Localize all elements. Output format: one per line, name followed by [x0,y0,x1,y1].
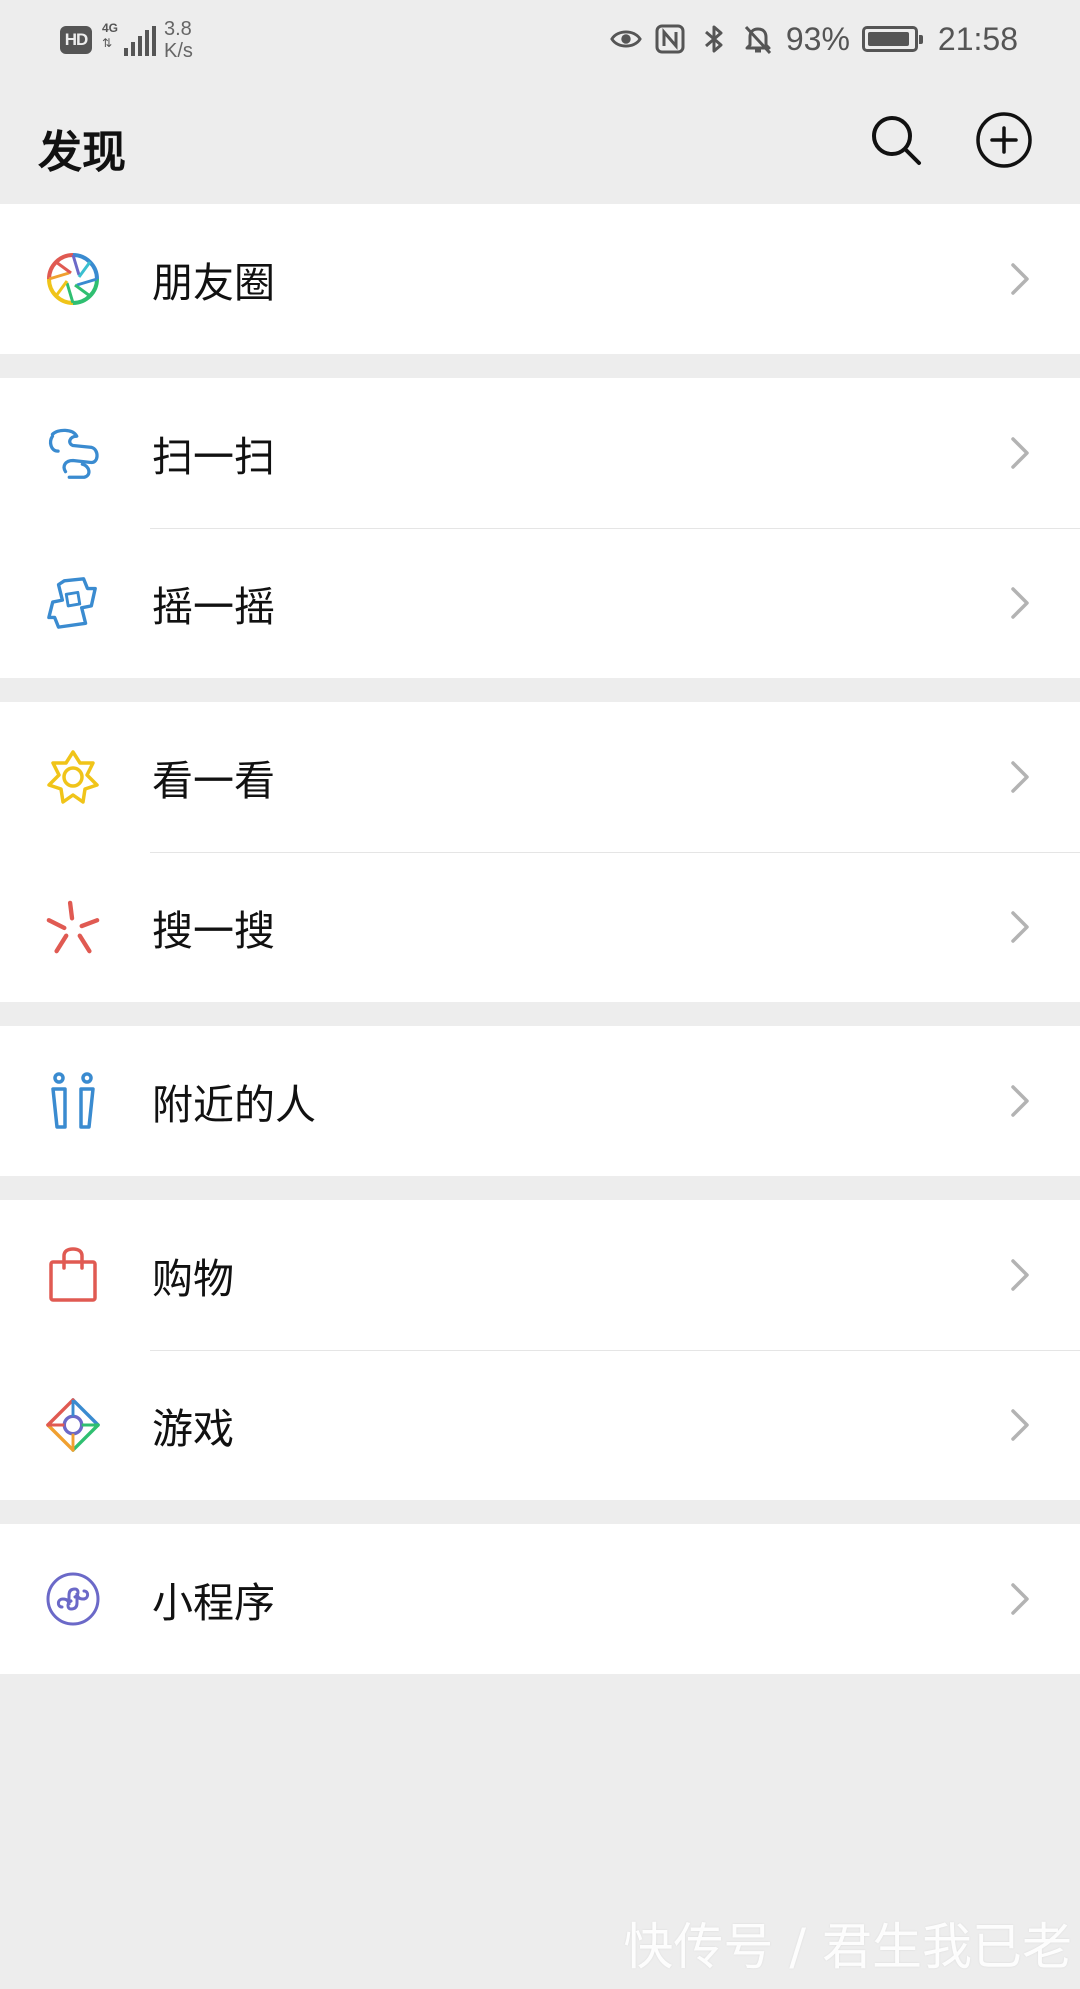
item-label: 附近的人 [152,1081,316,1129]
status-bar: HD 4G ⇅ 3.8 K/s 93% 21:58 [0,0,1080,78]
hd-badge: HD [60,26,92,54]
add-circle-icon [976,112,1032,168]
scan-icon [45,425,101,481]
group-moments: 朋友圈 [0,204,1080,354]
top-stories-icon [45,749,101,805]
scan-item[interactable]: 扫一扫 [0,378,1080,528]
moments-item[interactable]: 朋友圈 [0,204,1080,354]
battery-percent: 93% [785,20,850,57]
item-label: 朋友圈 [152,259,275,307]
games-icon [45,1397,101,1453]
chevron-right-icon [1011,1409,1029,1441]
chevron-right-icon [1011,1583,1029,1615]
item-label: 看一看 [152,757,275,805]
item-label: 扫一扫 [152,433,275,481]
page-title: 发现 [38,127,126,178]
item-label: 小程序 [152,1579,275,1627]
network-speed: 3.8 K/s [164,18,224,62]
mini-program-item[interactable]: 小程序 [0,1524,1080,1674]
chevron-right-icon [1011,911,1029,943]
search-spark-icon [45,899,101,955]
chevron-right-icon [1011,1085,1029,1117]
group-nearby: 附近的人 [0,1026,1080,1176]
discover-list: 朋友圈 扫一扫 摇一摇 看一看 搜一搜 附近的人 购物 游戏 小程序 [0,204,1080,1698]
battery-icon [861,26,923,52]
signal-icon: 4G ⇅ [102,21,156,58]
group-shop-games: 购物 游戏 [0,1200,1080,1500]
add-button[interactable] [972,108,1036,172]
header: 发现 [0,78,1080,204]
moments-icon [45,251,101,307]
speed-unit: K/s [164,40,193,62]
shake-item[interactable]: 摇一摇 [0,528,1080,678]
chevron-right-icon [1011,263,1029,295]
group-scan-shake: 扫一扫 摇一摇 [0,378,1080,678]
top-stories-item[interactable]: 看一看 [0,702,1080,852]
item-label: 购物 [152,1255,234,1303]
item-label: 摇一摇 [152,583,275,631]
chevron-right-icon [1011,1259,1029,1291]
watermark: 快传号 / 君生我已老 [623,1918,1072,1976]
search-item[interactable]: 搜一搜 [0,852,1080,1002]
people-nearby-item[interactable]: 附近的人 [0,1026,1080,1176]
group-look-search: 看一看 搜一搜 [0,702,1080,1002]
shake-icon [45,575,101,631]
games-item[interactable]: 游戏 [0,1350,1080,1500]
people-nearby-icon [45,1072,101,1129]
search-button[interactable] [864,108,928,172]
data-arrows-icon: ⇅ [102,36,113,50]
chevron-right-icon [1011,761,1029,793]
mini-program-icon [45,1571,101,1627]
speed-value: 3.8 [164,18,192,40]
nfc-icon [654,23,686,55]
eye-icon [610,23,642,55]
search-icon [872,116,921,165]
status-left: HD 4G ⇅ 3.8 K/s [60,16,224,64]
bell-off-icon [742,23,774,55]
shopping-item[interactable]: 购物 [0,1200,1080,1350]
clock: 21:58 [937,20,1018,57]
item-label: 游戏 [152,1405,234,1453]
network-type: 4G [102,21,119,35]
chevron-right-icon [1011,437,1029,469]
status-right: 93% 21:58 [610,14,1018,64]
group-mini-programs: 小程序 [0,1524,1080,1674]
shopping-bag-icon [45,1247,101,1303]
item-label: 搜一搜 [152,907,275,955]
bluetooth-icon [698,23,730,55]
chevron-right-icon [1011,587,1029,619]
